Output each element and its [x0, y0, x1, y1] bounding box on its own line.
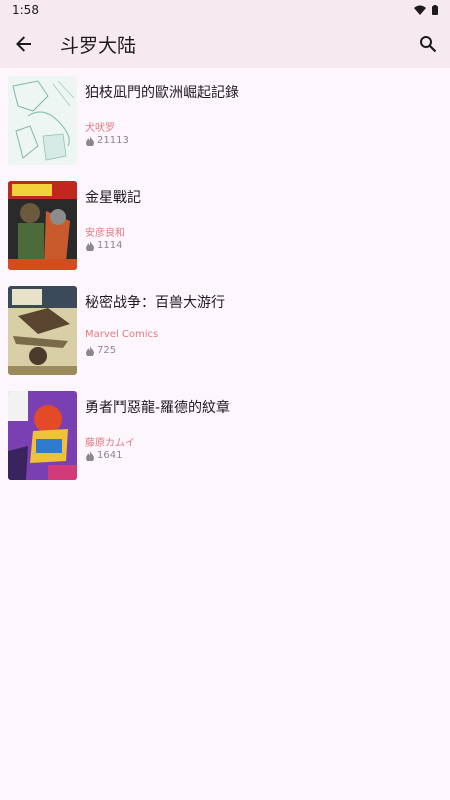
flame-icon: [86, 135, 94, 146]
item-author: 安彦良和: [85, 228, 125, 239]
status-time: 1:58: [12, 3, 39, 17]
arrow-back-icon: [16, 36, 31, 52]
item-views: 725: [85, 345, 225, 356]
view-count: 1114: [97, 240, 123, 251]
comic-list: 狛枝凪門的歐洲崛起記錄 犬吠罗 21113 金星戰記 安彦良和 1114 秘密战…: [0, 68, 450, 494]
status-bar: 1:58: [0, 0, 450, 20]
item-views: 1641: [85, 450, 230, 461]
view-count: 21113: [97, 135, 129, 146]
view-count: 1641: [97, 450, 123, 461]
item-info: 勇者鬥惡龍-羅德的紋章 藤原カムイ 1641: [85, 391, 230, 494]
item-author: 犬吠罗: [85, 123, 115, 134]
item-views: 21113: [85, 135, 239, 146]
item-title: 金星戰記: [85, 190, 141, 206]
view-count: 725: [97, 345, 117, 356]
back-button[interactable]: [8, 28, 40, 60]
list-item[interactable]: 金星戰記 安彦良和 1114: [0, 179, 450, 284]
search-icon: [420, 36, 437, 53]
item-author: Marvel Comics: [85, 329, 159, 340]
list-item[interactable]: 勇者鬥惡龍-羅德的紋章 藤原カムイ 1641: [0, 389, 450, 494]
flame-icon: [86, 240, 94, 251]
comic-cover: [8, 286, 77, 375]
flame-icon: [86, 345, 94, 356]
flame-icon: [86, 450, 94, 461]
search-button[interactable]: [412, 28, 444, 60]
app-bar: 斗罗大陆: [0, 20, 450, 68]
comic-cover: [8, 76, 77, 165]
item-info: 金星戰記 安彦良和 1114: [85, 181, 141, 284]
item-title: 秘密战争：百兽大游行: [85, 295, 225, 311]
status-icons: [414, 5, 438, 15]
comic-cover: [8, 391, 77, 480]
item-author: 藤原カムイ: [85, 438, 135, 449]
list-item[interactable]: 秘密战争：百兽大游行 Marvel Comics 725: [0, 284, 450, 389]
item-title: 勇者鬥惡龍-羅德的紋章: [85, 400, 231, 416]
list-item[interactable]: 狛枝凪門的歐洲崛起記錄 犬吠罗 21113: [0, 74, 450, 179]
item-title: 狛枝凪門的歐洲崛起記錄: [85, 85, 239, 101]
battery-icon: [432, 5, 438, 15]
item-info: 秘密战争：百兽大游行 Marvel Comics 725: [85, 286, 225, 389]
item-info: 狛枝凪門的歐洲崛起記錄 犬吠罗 21113: [85, 76, 239, 179]
page-title: 斗罗大陆: [60, 34, 137, 57]
wifi-icon: [414, 5, 426, 15]
comic-cover: [8, 181, 77, 270]
item-views: 1114: [85, 240, 141, 251]
